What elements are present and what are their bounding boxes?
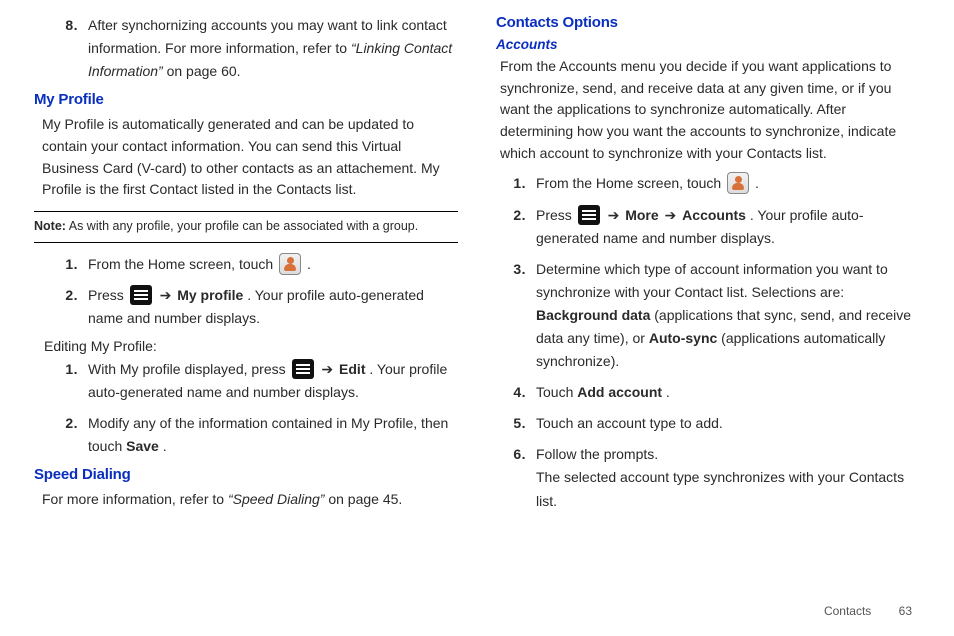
step-text: From the Home screen, touch . xyxy=(536,172,920,195)
menu-icon xyxy=(130,285,152,305)
heading-accounts: Accounts xyxy=(496,37,920,52)
editing-step-1: 1. With My profile displayed, press ➔ Ed… xyxy=(52,358,458,404)
contacts-icon xyxy=(727,172,749,194)
step-text: Determine which type of account informat… xyxy=(536,258,920,373)
note-text: As with any profile, your profile can be… xyxy=(66,219,418,233)
linking-step-8: 8. After synchornizing accounts you may … xyxy=(52,14,458,83)
bold-label: Add account xyxy=(577,384,662,400)
right-column: Contacts Options Accounts From the Accou… xyxy=(496,14,920,521)
step-number: 5. xyxy=(500,412,536,435)
accounts-step-2: 2. Press ➔ More ➔ Accounts . Your profil… xyxy=(500,204,920,250)
step-number: 4. xyxy=(500,381,536,404)
bold-label: Auto-sync xyxy=(649,330,717,346)
myprofile-step-1: 1. From the Home screen, touch . xyxy=(52,253,458,276)
link-ref: “Speed Dialing” xyxy=(228,491,325,507)
menu-icon xyxy=(292,359,314,379)
step-text: From the Home screen, touch . xyxy=(88,253,458,276)
accounts-step-6: 6. Follow the prompts. The selected acco… xyxy=(500,443,920,512)
step-text: Press ➔ More ➔ Accounts . Your profile a… xyxy=(536,204,920,250)
accounts-step-1: 1. From the Home screen, touch . xyxy=(500,172,920,195)
contacts-icon xyxy=(279,253,301,275)
step-number: 8. xyxy=(52,14,88,83)
bold-label: Background data xyxy=(536,307,650,323)
step-text: Touch Add account . xyxy=(536,381,920,404)
my-profile-paragraph: My Profile is automatically generated an… xyxy=(34,114,458,201)
note-label: Note: xyxy=(34,219,66,233)
bold-label: More xyxy=(625,207,658,223)
accounts-paragraph: From the Accounts menu you decide if you… xyxy=(496,56,920,164)
step-number: 1. xyxy=(52,358,88,404)
accounts-step-5: 5. Touch an account type to add. xyxy=(500,412,920,435)
step-number: 3. xyxy=(500,258,536,373)
step-number: 2. xyxy=(52,412,88,458)
page-footer: Contacts 63 xyxy=(824,604,912,618)
step-text: After synchornizing accounts you may wan… xyxy=(88,14,458,83)
heading-contacts-options: Contacts Options xyxy=(496,14,920,31)
left-column: 8. After synchornizing accounts you may … xyxy=(34,14,458,521)
bold-label: Accounts xyxy=(682,207,746,223)
editing-step-2: 2. Modify any of the information contain… xyxy=(52,412,458,458)
step-number: 1. xyxy=(500,172,536,195)
step-text: Press ➔ My profile . Your profile auto-g… xyxy=(88,284,458,330)
bold-label: Edit xyxy=(339,361,365,377)
heading-my-profile: My Profile xyxy=(34,91,458,108)
step-text: Follow the prompts. The selected account… xyxy=(536,443,920,512)
accounts-step-4: 4. Touch Add account . xyxy=(500,381,920,404)
step-text: Touch an account type to add. xyxy=(536,412,920,435)
myprofile-step-2: 2. Press ➔ My profile . Your profile aut… xyxy=(52,284,458,330)
heading-speed-dialing: Speed Dialing xyxy=(34,466,458,483)
step-text: Modify any of the information contained … xyxy=(88,412,458,458)
editing-label: Editing My Profile: xyxy=(34,338,458,354)
accounts-step-3: 3. Determine which type of account infor… xyxy=(500,258,920,373)
step-number: 2. xyxy=(52,284,88,330)
footer-page-number: 63 xyxy=(899,604,912,618)
step-number: 2. xyxy=(500,204,536,250)
bold-label: Save xyxy=(126,438,159,454)
note-box: Note: As with any profile, your profile … xyxy=(34,211,458,243)
step-number: 1. xyxy=(52,253,88,276)
bold-label: My profile xyxy=(177,287,243,303)
step-text: With My profile displayed, press ➔ Edit … xyxy=(88,358,458,404)
speed-dialing-paragraph: For more information, refer to “Speed Di… xyxy=(34,489,458,511)
menu-icon xyxy=(578,205,600,225)
step-number: 6. xyxy=(500,443,536,512)
footer-section: Contacts xyxy=(824,604,871,618)
